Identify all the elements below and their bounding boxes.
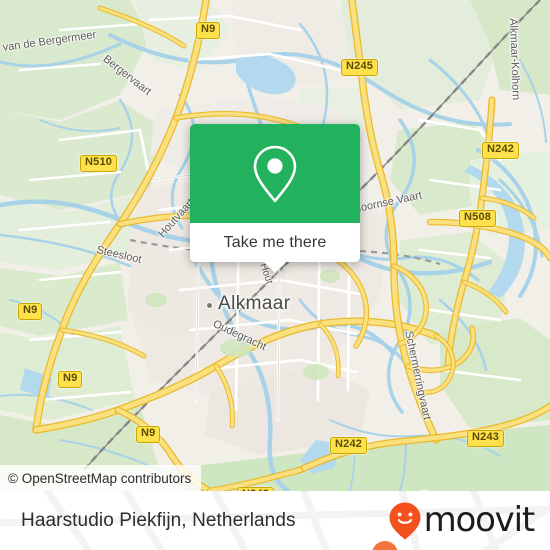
footer-bar: Haarstudio Piekfijn, Netherlands moovit bbox=[0, 491, 550, 550]
moovit-wordmark: moovit bbox=[423, 499, 536, 540]
route-shield: N508 bbox=[459, 210, 497, 227]
map-viewport[interactable]: Alkmaar van de Bergermeer Bergervaart Al… bbox=[0, 0, 550, 491]
route-shield: N242 bbox=[482, 142, 520, 159]
moovit-brand[interactable]: moovit bbox=[388, 499, 536, 541]
route-shield: N9 bbox=[196, 22, 221, 39]
popup-body: Take me there bbox=[190, 124, 360, 262]
popup-action-area[interactable]: Take me there bbox=[190, 223, 360, 262]
route-shield: N9 bbox=[58, 371, 83, 388]
map-attribution[interactable]: © OpenStreetMap contributors bbox=[0, 465, 202, 491]
take-me-there-label: Take me there bbox=[223, 233, 327, 251]
attribution-text: © OpenStreetMap contributors bbox=[8, 470, 192, 486]
moovit-pin-smiley-icon bbox=[389, 502, 421, 539]
destination-popup[interactable]: Take me there bbox=[190, 124, 360, 273]
route-shield: N242 bbox=[330, 437, 368, 454]
moovit-map-screenshot: Alkmaar van de Bergermeer Bergervaart Al… bbox=[0, 0, 550, 550]
popup-icon-area bbox=[190, 124, 360, 223]
city-marker-dot bbox=[206, 302, 213, 309]
route-shield: N243 bbox=[467, 430, 505, 447]
route-shield: N9 bbox=[18, 303, 43, 320]
route-shield: N245 bbox=[341, 59, 379, 76]
popup-pointer bbox=[263, 261, 287, 273]
map-pin-icon bbox=[253, 145, 297, 202]
route-shield: N510 bbox=[80, 155, 118, 172]
place-title: Haarstudio Piekfijn, Netherlands bbox=[21, 509, 296, 531]
route-shield: N9 bbox=[136, 426, 161, 443]
